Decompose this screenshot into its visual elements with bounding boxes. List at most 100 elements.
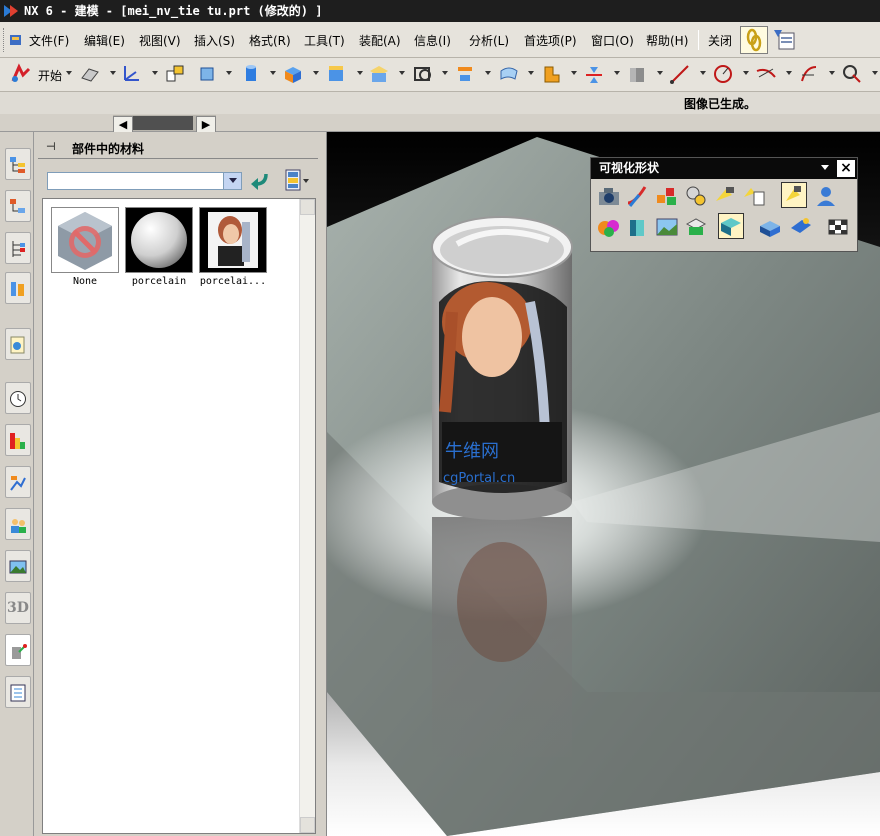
paint-brush-icon[interactable] (625, 183, 651, 209)
dropdown-arrow[interactable] (614, 71, 620, 75)
menu-help[interactable]: 帮助(H) (646, 32, 688, 49)
sketch-icon[interactable] (164, 63, 186, 85)
history-tab[interactable] (5, 382, 31, 414)
spotlight-icon[interactable] (712, 183, 738, 209)
menu-insert[interactable]: 插入(S) (194, 32, 235, 49)
extrude-icon[interactable] (196, 63, 218, 85)
dropdown-arrow[interactable] (270, 71, 276, 75)
line-icon[interactable] (669, 63, 691, 85)
color-spheres-icon[interactable] (596, 214, 622, 240)
dropdown-arrow[interactable] (700, 71, 706, 75)
system-backgrounds-tab[interactable] (5, 550, 31, 582)
texture-gears-icon[interactable] (683, 183, 709, 209)
dropdown-arrow[interactable] (399, 71, 405, 75)
cylinder-icon[interactable] (240, 63, 262, 85)
mirror-icon[interactable] (583, 63, 605, 85)
roles-tab[interactable] (5, 508, 31, 540)
offset-curve-icon[interactable] (798, 63, 820, 85)
dropdown-arrow[interactable] (485, 71, 491, 75)
block-feature-icon[interactable] (282, 63, 304, 85)
menu-view[interactable]: 视图(V) (139, 32, 181, 49)
shell-icon[interactable] (368, 63, 390, 85)
toolbar-close-button[interactable]: × (837, 160, 855, 177)
blend-icon[interactable] (325, 63, 347, 85)
material-filter-combo[interactable] (47, 172, 242, 190)
dropdown-arrow[interactable] (226, 71, 232, 75)
box-body-icon[interactable] (626, 63, 648, 85)
3d-label-tab[interactable]: 3D (5, 592, 31, 624)
horizontal-scrollbar[interactable]: ◀ ▶ (113, 115, 216, 134)
return-arrow-icon[interactable] (248, 169, 270, 191)
material-blocks-icon[interactable] (654, 183, 680, 209)
datum-csys-icon[interactable] (121, 63, 143, 85)
system-scenes-tab[interactable] (5, 466, 31, 498)
dropdown-arrow[interactable] (657, 71, 663, 75)
snap-link-button[interactable] (740, 26, 768, 54)
start-icon[interactable] (10, 63, 32, 85)
dropdown-arrow[interactable] (152, 71, 158, 75)
menu-analysis[interactable]: 分析(L) (469, 32, 509, 49)
menu-information[interactable]: 信息(I) (414, 32, 451, 49)
background-image-icon[interactable] (654, 214, 680, 240)
sweep-icon[interactable] (540, 63, 562, 85)
point-icon[interactable] (841, 63, 863, 85)
pin-icon[interactable]: ⊣ (46, 140, 56, 153)
window-list-icon[interactable] (772, 28, 798, 52)
close-part-button[interactable]: 关闭 (708, 32, 732, 49)
blue-panel-icon[interactable] (788, 214, 814, 240)
light-list-icon[interactable] (741, 183, 767, 209)
trim-body-icon[interactable] (454, 63, 476, 85)
checker-texture-icon[interactable] (825, 214, 851, 240)
surface-icon[interactable] (498, 63, 520, 85)
camera-icon[interactable] (596, 183, 622, 209)
material-item-porcelain-texture[interactable]: porcelai... (199, 207, 267, 287)
view-mode-button[interactable] (284, 168, 310, 192)
blue-box-icon[interactable] (757, 214, 783, 240)
scroll-down-button[interactable] (300, 817, 315, 833)
dropdown-arrow[interactable] (357, 71, 363, 75)
scroll-thumb[interactable] (133, 116, 193, 130)
material-list-scrollbar[interactable] (299, 199, 315, 833)
decal-icon[interactable] (683, 214, 709, 240)
dropdown-arrow[interactable] (829, 71, 835, 75)
dropdown-arrow[interactable] (872, 71, 878, 75)
menu-file[interactable]: 文件(F) (29, 32, 69, 49)
menu-assembly[interactable]: 装配(A) (359, 32, 401, 49)
toolbar-title[interactable]: 可视化形状 (591, 158, 857, 179)
material-item-none[interactable]: None (51, 207, 119, 287)
start-button[interactable]: 开始 (38, 67, 62, 84)
reuse-library-tab[interactable] (5, 272, 31, 304)
constraint-navigator-tab[interactable] (5, 190, 31, 222)
menu-tools[interactable]: 工具(T) (304, 32, 345, 49)
material-item-porcelain[interactable]: porcelain (125, 207, 193, 287)
process-studio-tab[interactable] (5, 676, 31, 708)
part-navigator-tab[interactable] (5, 232, 31, 264)
highlight-light-button[interactable] (781, 182, 807, 208)
menu-window[interactable]: 窗口(O) (591, 32, 634, 49)
menu-format[interactable]: 格式(R) (249, 32, 291, 49)
menu-edit[interactable]: 编辑(E) (84, 32, 125, 49)
dropdown-arrow[interactable] (110, 71, 116, 75)
scroll-up-button[interactable] (300, 199, 315, 215)
hole-icon[interactable] (412, 63, 434, 85)
shaded-cube-icon[interactable] (625, 214, 651, 240)
dropdown-arrow[interactable] (571, 71, 577, 75)
visual-effects-button[interactable] (718, 213, 744, 239)
system-materials-tab[interactable] (5, 424, 31, 456)
sketch-plane-icon[interactable] (79, 63, 101, 85)
toolbar-options-arrow[interactable] (821, 165, 829, 170)
dropdown-arrow[interactable] (442, 71, 448, 75)
hd3d-tools-tab[interactable] (5, 328, 31, 360)
curve-icon[interactable] (755, 63, 777, 85)
combo-dropdown-button[interactable] (223, 173, 241, 189)
start-dropdown-arrow[interactable] (66, 71, 72, 75)
visualization-tab[interactable] (5, 634, 31, 666)
dropdown-arrow[interactable] (528, 71, 534, 75)
dropdown-arrow[interactable] (786, 71, 792, 75)
assembly-navigator-tab[interactable] (5, 148, 31, 180)
arc-icon[interactable] (712, 63, 734, 85)
user-profile-icon[interactable] (813, 183, 839, 209)
dropdown-arrow[interactable] (743, 71, 749, 75)
dropdown-arrow[interactable] (313, 71, 319, 75)
menu-preferences[interactable]: 首选项(P) (524, 32, 577, 49)
